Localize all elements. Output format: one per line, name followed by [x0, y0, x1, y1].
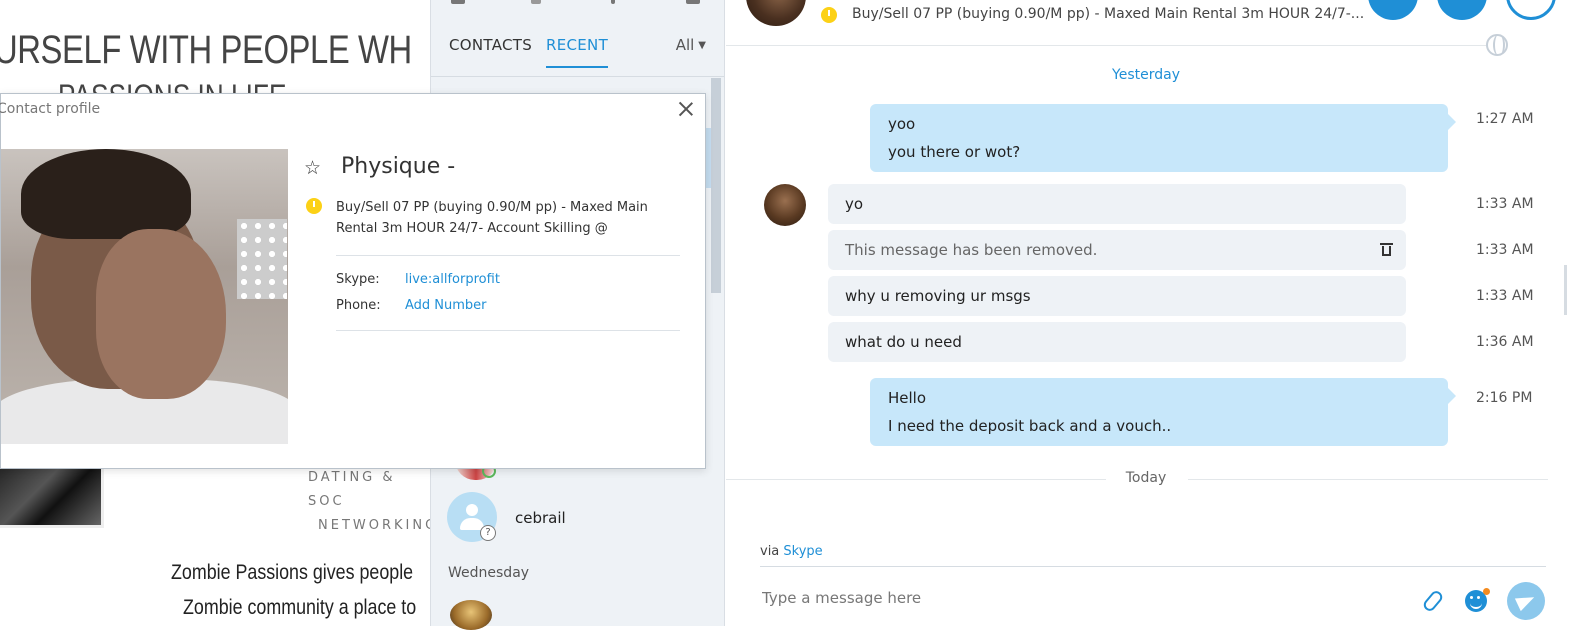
bg-paragraph-line1: Zombie Passions gives people — [171, 561, 414, 584]
chat-pane: Buy/Sell 07 PP (buying 0.90/M pp) - Maxe… — [726, 0, 1595, 626]
new-chat-icon[interactable] — [531, 0, 541, 4]
message-text: yoo — [888, 115, 916, 133]
video-call-icon[interactable] — [1368, 0, 1418, 20]
tab-recent[interactable]: RECENT — [546, 36, 609, 68]
contacts-tabs: CONTACTS RECENT All ▼ — [449, 36, 706, 76]
message-bubble-incoming[interactable]: why u removing ur msgs — [828, 276, 1406, 316]
audio-call-icon[interactable] — [1437, 0, 1487, 20]
globe-icon[interactable] — [1486, 34, 1508, 56]
profile-divider — [336, 330, 680, 331]
date-separator-today: Today — [726, 470, 1566, 486]
message-timestamp: 2:16 PM — [1476, 390, 1533, 406]
bg-dating-label: DATING & SOC NETWORKING — [308, 466, 430, 538]
message-timestamp: 1:33 AM — [1476, 196, 1534, 212]
bg-dating-line2: NETWORKING — [318, 518, 430, 533]
message-timestamp: 1:36 AM — [1476, 334, 1534, 350]
message-text: what do u need — [845, 333, 962, 351]
filter-label: All — [675, 36, 695, 54]
add-person-icon[interactable] — [1506, 0, 1556, 20]
add-number-link[interactable]: Add Number — [405, 298, 487, 313]
unknown-status-icon: ? — [480, 525, 496, 541]
message-bubble-outgoing[interactable]: yoo you there or wot? — [870, 104, 1456, 172]
tab-contacts[interactable]: CONTACTS — [449, 36, 532, 66]
via-label: via Skype — [760, 544, 823, 559]
via-skype-link[interactable]: Skype — [783, 544, 822, 559]
contact-item-cebrail[interactable]: ? cebrail — [430, 492, 710, 544]
header-divider — [726, 45, 1486, 46]
trash-icon[interactable] — [1380, 243, 1393, 256]
profile-mood-message: Buy/Sell 07 PP (buying 0.90/M pp) - Maxe… — [336, 200, 648, 236]
bg-paragraph-line2: Zombie community a place to — [183, 596, 417, 619]
toolbar-icons — [431, 0, 724, 6]
sender-avatar[interactable] — [764, 184, 806, 226]
message-timestamp: 1:33 AM — [1476, 242, 1534, 258]
skype-label: Skype: — [336, 272, 380, 287]
chevron-down-icon: ▼ — [698, 40, 706, 51]
message-bubble-outgoing[interactable]: Hello I need the deposit back and a vouc… — [870, 378, 1456, 446]
close-icon[interactable] — [677, 100, 695, 118]
away-status-icon — [306, 198, 322, 214]
send-icon[interactable] — [1507, 582, 1545, 620]
message-input[interactable] — [760, 586, 1400, 610]
profile-name: Physique - — [341, 154, 456, 179]
message-timestamp: 1:27 AM — [1476, 111, 1534, 127]
contacts-book-icon[interactable] — [686, 0, 700, 4]
contact-name: cebrail — [515, 509, 566, 527]
message-bubble-incoming[interactable]: yo — [828, 184, 1406, 224]
emoji-notification-dot — [1483, 588, 1490, 595]
message-text: Hello — [888, 389, 927, 407]
bg-headline: URSELF WITH PEOPLE WH — [0, 28, 412, 72]
bg-thumbnail-image[interactable] — [0, 462, 104, 528]
attach-icon[interactable] — [1421, 588, 1445, 614]
message-text: This message has been removed. — [845, 241, 1098, 259]
star-icon[interactable]: ☆ — [304, 158, 321, 178]
dialpad-icon[interactable] — [451, 0, 465, 4]
message-text: I need the deposit back and a vouch.. — [888, 417, 1172, 435]
dialog-title: Contact profile — [0, 101, 101, 117]
message-timestamp: 1:33 AM — [1476, 288, 1534, 304]
message-text: you there or wot? — [888, 143, 1021, 161]
skype-id-link[interactable]: live:allforprofit — [405, 272, 500, 287]
phone-label: Phone: — [336, 298, 381, 313]
message-bubble-incoming[interactable]: what do u need — [828, 322, 1406, 362]
date-separator-yesterday: Yesterday — [1112, 67, 1180, 83]
message-bubble-removed[interactable]: This message has been removed. — [828, 230, 1406, 270]
profile-photo — [1, 149, 288, 444]
message-text: yo — [845, 195, 864, 213]
profile-divider — [336, 255, 680, 256]
tabs-divider — [431, 76, 724, 77]
contacts-scrollbar[interactable] — [711, 78, 721, 293]
compose-divider — [760, 566, 1546, 567]
via-prefix: via — [760, 544, 780, 559]
away-status-icon — [821, 7, 837, 23]
day-group-label: Wednesday — [448, 565, 530, 581]
bg-dating-line1: DATING & SOC — [308, 470, 396, 509]
filter-dropdown[interactable]: All ▼ — [676, 36, 706, 54]
chat-contact-avatar[interactable] — [746, 0, 806, 26]
message-text: why u removing ur msgs — [845, 287, 1031, 305]
add-contact-icon[interactable] — [611, 0, 615, 4]
chat-mood-message: Buy/Sell 07 PP (buying 0.90/M pp) - Maxe… — [852, 6, 1365, 22]
resize-handle[interactable] — [1564, 265, 1567, 315]
